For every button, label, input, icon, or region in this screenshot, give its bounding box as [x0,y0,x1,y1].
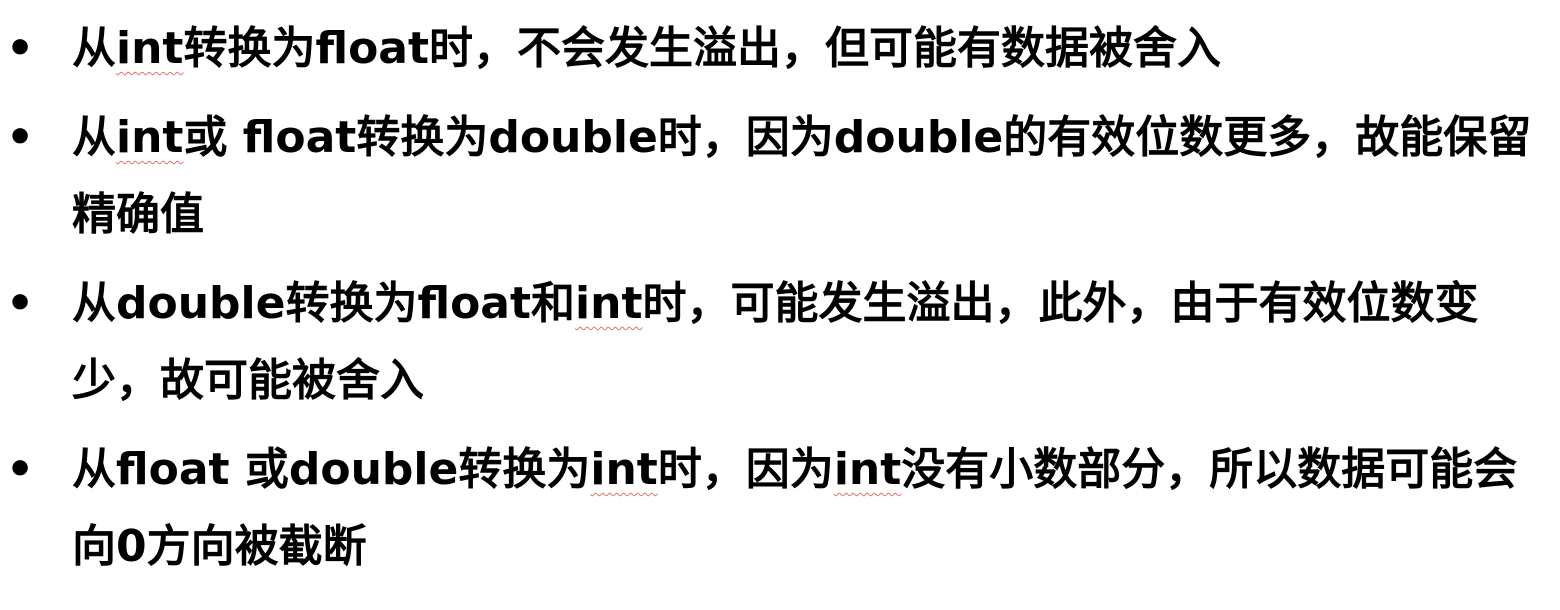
text-segment: 或 float转换为double时，因为double的有效位数更多，故能保留精确… [72,112,1532,240]
bullet-marker: • [5,278,35,329]
bullet-item-to-double: • 从int或 float转换为double时，因为double的有效位数更多，… [0,99,1560,253]
spellcheck-word: int [833,444,902,495]
text-segment: 从double转换为float和 [72,278,576,329]
bullet-text: 从int或 float转换为double时，因为double的有效位数更多，故能… [72,99,1546,253]
bullet-list: • 从int转换为float时，不会发生溢出，但可能有数据被舍入 • 从int或… [0,10,1560,597]
bullet-item-to-int: • 从float 或double转换为int时，因为int没有小数部分，所以数据… [0,431,1560,585]
bullet-text: 从double转换为float和int时，可能发生溢出，此外，由于有效位数变少，… [72,265,1546,419]
bullet-text: 从float 或double转换为int时，因为int没有小数部分，所以数据可能… [72,431,1546,585]
text-segment: 从 [72,23,116,74]
text-segment: 从 [72,112,116,163]
slide: • 从int转换为float时，不会发生溢出，但可能有数据被舍入 • 从int或… [0,0,1560,610]
bullet-marker: • [5,23,35,74]
text-segment: 时，因为 [657,444,834,495]
spellcheck-word: int [116,112,184,163]
text-segment: 转换为float时，不会发生溢出，但可能有数据被舍入 [183,23,1222,74]
spellcheck-word: int [116,23,184,74]
spellcheck-word: int [590,444,658,495]
bullet-marker: • [5,112,35,163]
bullet-item-int-to-float: • 从int转换为float时，不会发生溢出，但可能有数据被舍入 [0,10,1560,87]
bullet-text: 从int转换为float时，不会发生溢出，但可能有数据被舍入 [72,10,1546,87]
bullet-item-double-to-float-int: • 从double转换为float和int时，可能发生溢出，此外，由于有效位数变… [0,265,1560,419]
text-segment: 从float 或double转换为 [72,444,591,495]
bullet-marker: • [5,444,35,495]
spellcheck-word: int [575,278,643,329]
